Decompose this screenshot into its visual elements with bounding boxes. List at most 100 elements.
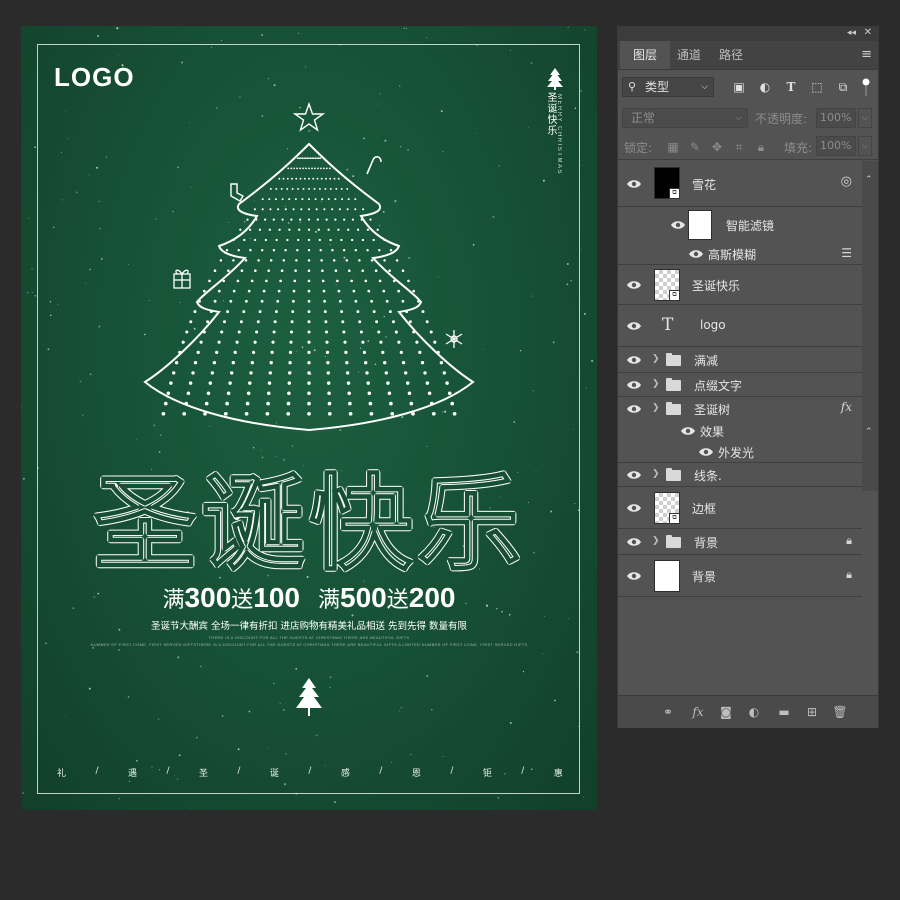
tree-light-dot: [265, 411, 270, 416]
visibility-eye-icon[interactable]: [626, 354, 642, 366]
layer-name[interactable]: 满减: [694, 352, 718, 369]
layer-name[interactable]: 边框: [692, 500, 716, 517]
layer-name[interactable]: 线条.: [694, 467, 722, 484]
layer-row-group-lines[interactable]: ❯ 线条.: [618, 463, 862, 487]
filter-kind-select[interactable]: ⚲ 类型 ⌵: [622, 77, 714, 97]
text-filter-icon[interactable]: T: [784, 80, 798, 94]
tab-paths[interactable]: 路径: [706, 41, 756, 69]
tree-light-dot: [354, 198, 357, 201]
layer-thumbnail: ⧉: [654, 269, 680, 301]
layer-list-scrollbar[interactable]: ⌃ ⌃: [862, 161, 878, 491]
lock-image-pixels-icon[interactable]: ✎: [688, 140, 702, 154]
layer-row-gaussian-blur[interactable]: 高斯模糊 ☰: [618, 243, 862, 265]
tree-light-dot: [290, 167, 293, 170]
visibility-eye-icon[interactable]: [670, 219, 686, 231]
tree-light-dot: [395, 259, 399, 262]
layer-row-merry-christmas[interactable]: ⧉ 圣诞快乐: [618, 265, 862, 305]
tree-light-dot: [220, 330, 224, 334]
promo-discount-2: 200: [408, 582, 456, 613]
opacity-dropdown-icon[interactable]: ⌵: [858, 108, 872, 128]
chevron-up-icon[interactable]: ⌃: [865, 175, 873, 185]
lock-position-icon[interactable]: ✥: [710, 140, 724, 154]
delete-layer-icon[interactable]: 🗑︎: [832, 704, 848, 720]
visibility-eye-icon[interactable]: [626, 178, 642, 190]
visibility-eye-icon[interactable]: [626, 279, 642, 291]
expand-arrow-icon[interactable]: ❯: [652, 354, 660, 364]
expand-arrow-icon[interactable]: ❯: [652, 403, 660, 413]
tree-light-dot: [264, 238, 268, 242]
visibility-eye-icon[interactable]: [626, 379, 642, 391]
expand-arrow-icon[interactable]: ❯: [652, 469, 660, 479]
layer-row-group-decor-text[interactable]: ❯ 点缀文字: [618, 373, 862, 397]
adjustment-filter-icon[interactable]: ◐: [758, 80, 772, 94]
layer-row-background[interactable]: 背景 🔒︎: [618, 555, 862, 597]
smart-object-filter-icon[interactable]: ⧉: [836, 80, 850, 94]
tree-light-dot: [249, 248, 252, 252]
layer-row-snowflakes[interactable]: ⧉ 雪花 ◎: [618, 161, 862, 207]
layer-row-group-background[interactable]: ❯ 背景 🔒︎: [618, 529, 862, 555]
visibility-eye-icon[interactable]: [626, 570, 642, 582]
expand-arrow-icon[interactable]: ❯: [652, 379, 660, 389]
layer-name[interactable]: 圣诞快乐: [692, 277, 740, 294]
opacity-input[interactable]: 100%: [816, 108, 856, 128]
fill-dropdown-icon[interactable]: ⌵: [858, 136, 872, 156]
fx-icon[interactable]: fx: [841, 400, 852, 414]
filter-toggle-switch[interactable]: [862, 78, 870, 96]
image-filter-icon[interactable]: ▣: [732, 80, 746, 94]
link-layers-icon[interactable]: ⚭: [660, 704, 676, 720]
layer-name[interactable]: 背景: [692, 568, 716, 585]
panel-menu-icon[interactable]: ≡: [861, 47, 872, 62]
layer-name[interactable]: 点缀文字: [694, 377, 742, 394]
lock-transparent-pixels-icon[interactable]: ▦: [666, 140, 680, 154]
add-layer-style-icon[interactable]: fx: [690, 704, 706, 720]
close-icon[interactable]: ✕: [864, 27, 872, 38]
tree-light-dot: [320, 259, 323, 262]
visibility-eye-icon[interactable]: [680, 425, 696, 437]
visibility-eye-icon[interactable]: [626, 469, 642, 481]
tree-light-dot: [385, 299, 389, 303]
collapse-panel-icon[interactable]: ◂◂: [847, 28, 856, 38]
layer-row-smart-filters[interactable]: 智能滤镜: [618, 207, 862, 243]
layer-row-outer-glow[interactable]: 外发光: [618, 441, 862, 463]
tab-layers[interactable]: 图层: [620, 41, 670, 69]
tree-light-dot: [431, 411, 436, 416]
tree-light-dot: [399, 350, 403, 355]
lock-all-icon[interactable]: 🔒︎: [754, 140, 768, 155]
fill-input[interactable]: 100%: [816, 136, 856, 156]
visibility-eye-icon[interactable]: [626, 403, 642, 415]
visibility-eye-icon[interactable]: [626, 536, 642, 548]
visibility-eye-icon[interactable]: [626, 320, 642, 332]
layer-name[interactable]: 背景: [694, 534, 718, 551]
new-layer-icon[interactable]: ⊞: [804, 704, 820, 720]
layer-row-border[interactable]: ⧉ 边框: [618, 487, 862, 529]
tree-light-dot: [445, 381, 449, 385]
tree-light-dot: [299, 218, 302, 221]
visibility-eye-icon[interactable]: [626, 502, 642, 514]
layer-row-logo[interactable]: T logo: [618, 305, 862, 347]
layer-row-group-discount[interactable]: ❯ 满减: [618, 347, 862, 373]
visibility-eye-icon[interactable]: [698, 446, 714, 458]
filter-options-icon[interactable]: ☰: [841, 246, 852, 260]
layer-name[interactable]: 圣诞树: [694, 401, 730, 418]
promo-give-2: 送: [386, 588, 409, 613]
tree-light-dot: [287, 381, 292, 385]
new-group-icon[interactable]: ▬: [776, 704, 792, 720]
add-mask-icon[interactable]: ◙: [718, 704, 734, 720]
expand-arrow-icon[interactable]: ❯: [652, 536, 660, 546]
tree-light-dot: [236, 279, 240, 283]
tree-light-dot: [312, 157, 315, 160]
layer-row-group-tree[interactable]: ❯ 圣诞树 fx: [618, 397, 862, 421]
tree-light-dot: [378, 279, 382, 283]
shape-filter-icon[interactable]: ⬚: [810, 80, 824, 94]
layer-row-effects[interactable]: 效果: [618, 421, 862, 441]
tree-light-dot: [300, 157, 302, 160]
poster-canvas[interactable]: LOGO 圣诞快乐 MERRY CHRISTMAS 圣诞快乐 圣诞快乐 满300…: [21, 26, 597, 810]
lock-artboard-icon[interactable]: ⌗: [732, 140, 746, 155]
blend-mode-select[interactable]: 正常 ⌵: [622, 108, 748, 128]
chevron-up-icon[interactable]: ⌃: [865, 427, 873, 437]
tree-light-dot: [327, 391, 331, 396]
layer-name[interactable]: logo: [700, 318, 726, 332]
layer-name[interactable]: 雪花: [692, 176, 716, 193]
new-adjustment-layer-icon[interactable]: ◐: [746, 704, 762, 720]
visibility-eye-icon[interactable]: [688, 248, 704, 260]
